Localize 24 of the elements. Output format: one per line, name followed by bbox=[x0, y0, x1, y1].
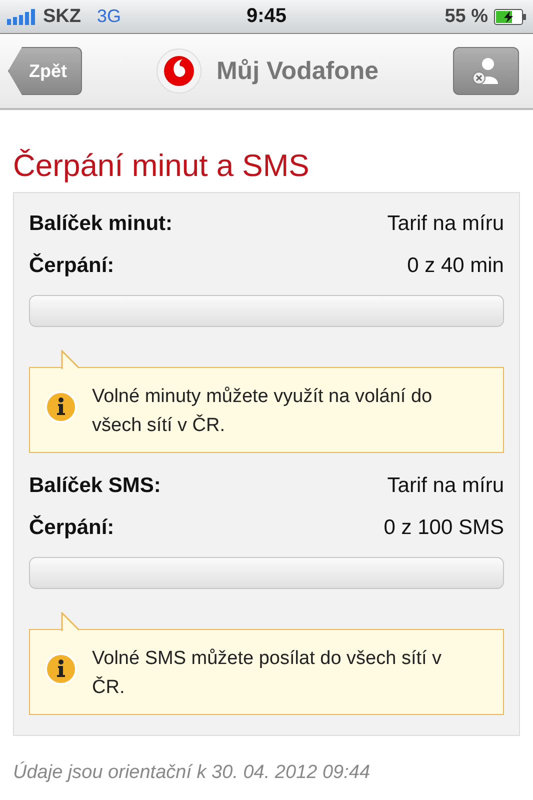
account-button[interactable] bbox=[453, 47, 519, 95]
footer-note: Údaje jsou orientační k 30. 04. 2012 09:44 bbox=[13, 762, 372, 784]
row-value: Tarif na míru bbox=[387, 212, 504, 236]
app-title: Můj Vodafone bbox=[216, 56, 379, 86]
row-label: Balíček minut: bbox=[29, 212, 173, 236]
back-button[interactable]: Zpět bbox=[8, 47, 82, 95]
info-icon bbox=[44, 652, 78, 686]
info-icon bbox=[44, 390, 78, 424]
logo-icon bbox=[156, 48, 202, 94]
row-value: 0 z 100 SMS bbox=[384, 516, 504, 540]
clock: 9:45 bbox=[246, 5, 287, 28]
row-value: 0 z 40 min bbox=[407, 254, 504, 278]
signal-icon bbox=[7, 8, 37, 24]
carrier-name: SKZ bbox=[43, 6, 81, 28]
row-label: Čerpání: bbox=[29, 516, 114, 540]
network-type: 3G bbox=[97, 6, 122, 27]
row-value: Tarif na míru bbox=[387, 474, 504, 498]
info-text: Volné SMS můžete posílat do všech sítí v ČR. bbox=[92, 647, 443, 700]
row-label: Čerpání: bbox=[29, 254, 114, 278]
battery-icon bbox=[494, 8, 526, 24]
page-heading: Čerpání minut a SMS bbox=[13, 148, 310, 184]
row-label: Balíček SMS: bbox=[29, 474, 161, 498]
battery-percent: 55 % bbox=[444, 6, 488, 28]
info-text: Volné minuty můžete využít na volání do všech sítí v ČR. bbox=[92, 385, 434, 438]
